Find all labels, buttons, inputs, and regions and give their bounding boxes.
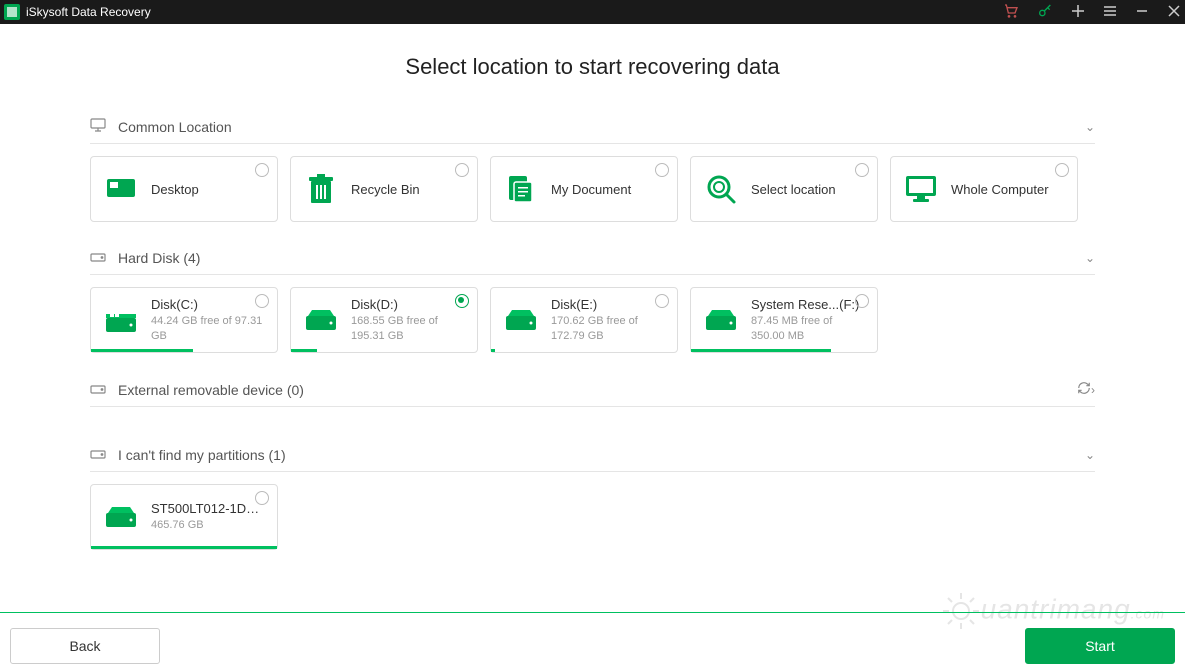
monitor-icon <box>90 118 108 135</box>
usage-bar <box>491 349 495 352</box>
section-label: I can't find my partitions (1) <box>118 447 1085 463</box>
section-lost-partitions[interactable]: I can't find my partitions (1) ⌄ <box>90 439 1095 472</box>
card-label: ST500LT012-1DG1... <box>151 501 265 516</box>
drive-icon <box>703 302 739 338</box>
plus-icon[interactable] <box>1071 4 1085 20</box>
disk-card[interactable]: System Rese...(F:) 87.45 MB free of 350.0… <box>690 287 878 353</box>
key-icon[interactable] <box>1037 3 1053 21</box>
chevron-right-icon: › <box>1091 383 1095 397</box>
card-sublabel: 44.24 GB free of 97.31 GB <box>151 314 265 343</box>
document-icon <box>503 171 539 207</box>
common-location-row: Desktop Recycle Bin My Document Select loca… <box>90 156 1095 222</box>
card-sublabel: 465.76 GB <box>151 518 265 532</box>
usage-bar <box>91 546 277 549</box>
card-label: Select location <box>751 182 865 197</box>
refresh-icon[interactable] <box>1077 381 1091 398</box>
section-hard-disk[interactable]: Hard Disk (4) ⌄ <box>90 242 1095 275</box>
usage-bar <box>691 349 831 352</box>
section-label: External removable device (0) <box>118 382 1063 398</box>
menu-icon[interactable] <box>1103 4 1117 20</box>
chevron-down-icon: ⌄ <box>1085 251 1095 265</box>
section-external-device[interactable]: External removable device (0) › <box>90 373 1095 407</box>
card-sublabel: 87.45 MB free of 350.00 MB <box>751 314 865 343</box>
radio-indicator[interactable] <box>455 294 469 308</box>
drive-icon <box>103 499 139 535</box>
disk-card[interactable]: Disk(C:) 44.24 GB free of 97.31 GB <box>90 287 278 353</box>
start-button[interactable]: Start <box>1025 628 1175 664</box>
card-label: Disk(C:) <box>151 297 265 312</box>
section-label: Common Location <box>118 119 1085 135</box>
card-label: Disk(E:) <box>551 297 665 312</box>
chevron-down-icon: ⌄ <box>1085 448 1095 462</box>
disk-card[interactable]: Disk(E:) 170.62 GB free of 172.79 GB <box>490 287 678 353</box>
hard-disk-row: Disk(C:) 44.24 GB free of 97.31 GB Disk(D:… <box>90 287 1095 353</box>
radio-indicator[interactable] <box>655 163 669 177</box>
card-label: System Rese...(F:) <box>751 297 865 312</box>
close-icon[interactable] <box>1167 4 1181 20</box>
main-content: Select location to start recovering data… <box>0 24 1185 550</box>
lost-partition-card[interactable]: ST500LT012-1DG1... 465.76 GB <box>90 484 278 550</box>
page-title: Select location to start recovering data <box>90 54 1095 80</box>
radio-indicator[interactable] <box>255 163 269 177</box>
drive-icon <box>90 250 108 266</box>
radio-indicator[interactable] <box>655 294 669 308</box>
titlebar: iSkysoft Data Recovery <box>0 0 1185 24</box>
radio-indicator[interactable] <box>255 491 269 505</box>
chevron-down-icon: ⌄ <box>1085 120 1095 134</box>
minimize-icon[interactable] <box>1135 4 1149 20</box>
common-location-card[interactable]: Recycle Bin <box>290 156 478 222</box>
lost-partition-row: ST500LT012-1DG1... 465.76 GB <box>90 484 1095 550</box>
card-sublabel: 170.62 GB free of 172.79 GB <box>551 314 665 343</box>
section-common-location[interactable]: Common Location ⌄ <box>90 110 1095 144</box>
card-label: My Document <box>551 182 665 197</box>
drive-icon <box>90 447 108 463</box>
search-icon <box>703 171 739 207</box>
common-location-card[interactable]: Select location <box>690 156 878 222</box>
cart-icon[interactable] <box>1003 3 1019 21</box>
radio-indicator[interactable] <box>455 163 469 177</box>
window-title: iSkysoft Data Recovery <box>26 5 1003 19</box>
windisk-icon <box>103 302 139 338</box>
trash-icon <box>303 171 339 207</box>
radio-indicator[interactable] <box>855 294 869 308</box>
card-sublabel: 168.55 GB free of 195.31 GB <box>351 314 465 343</box>
section-label: Hard Disk (4) <box>118 250 1085 266</box>
card-label: Recycle Bin <box>351 182 465 197</box>
drive-icon <box>303 302 339 338</box>
common-location-card[interactable]: Desktop <box>90 156 278 222</box>
footer: Back Start <box>0 621 1185 671</box>
app-logo-icon <box>4 4 20 20</box>
disk-card[interactable]: Disk(D:) 168.55 GB free of 195.31 GB <box>290 287 478 353</box>
card-label: Disk(D:) <box>351 297 465 312</box>
usage-bar <box>91 349 193 352</box>
radio-indicator[interactable] <box>855 163 869 177</box>
drive-icon <box>90 382 108 398</box>
radio-indicator[interactable] <box>255 294 269 308</box>
usage-bar <box>291 349 317 352</box>
card-label: Desktop <box>151 182 265 197</box>
common-location-card[interactable]: My Document <box>490 156 678 222</box>
back-button[interactable]: Back <box>10 628 160 664</box>
card-label: Whole Computer <box>951 182 1065 197</box>
drive-icon <box>503 302 539 338</box>
radio-indicator[interactable] <box>1055 163 1069 177</box>
monitor-icon <box>903 171 939 207</box>
common-location-card[interactable]: Whole Computer <box>890 156 1078 222</box>
desktop-icon <box>103 171 139 207</box>
footer-divider <box>0 612 1185 613</box>
